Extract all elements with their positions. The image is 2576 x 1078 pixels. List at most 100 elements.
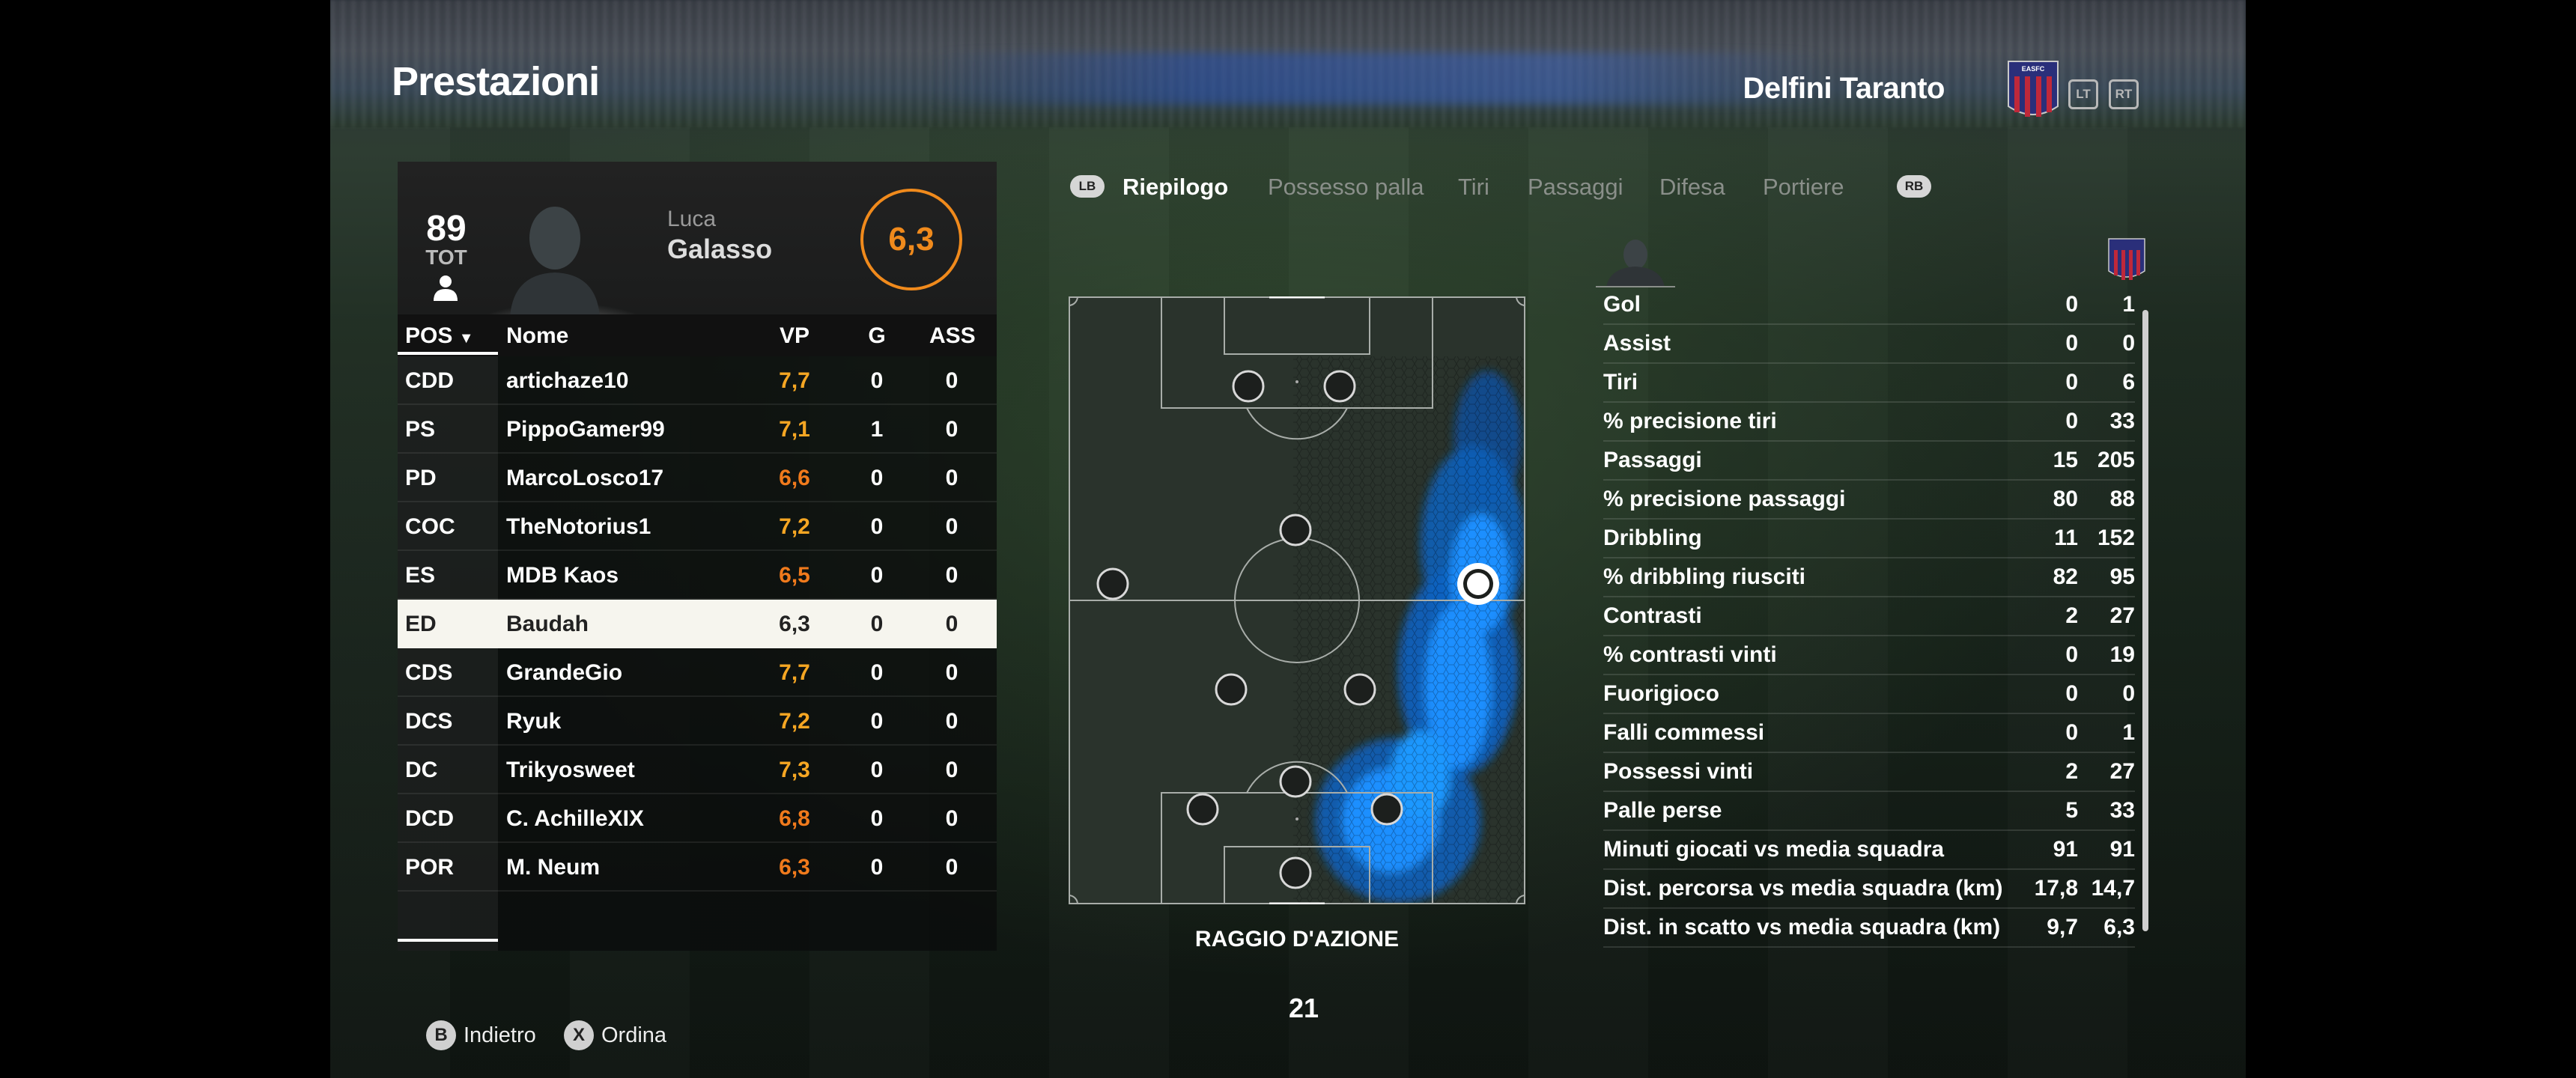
game-screen: Prestazioni Delfini Taranto EASFC LT RT … — [330, 0, 2246, 1078]
stat-player-value: 0 — [2065, 370, 2078, 395]
stat-team-value: 6,3 — [2103, 915, 2135, 940]
player-assists: 0 — [945, 417, 959, 442]
stat-team-value: 152 — [2097, 526, 2135, 550]
back-button[interactable]: B Indietro — [426, 1020, 536, 1050]
table-row[interactable]: DCS Ryuk 7,2 0 0 — [398, 697, 997, 746]
stat-row: Dist. in scatto vs media squadra (km) 9,7… — [1603, 909, 2135, 948]
player-goals: 0 — [870, 709, 884, 734]
name-header[interactable]: Nome — [506, 323, 568, 349]
stat-row: Palle perse 5 33 — [1603, 792, 2135, 831]
player-overall-label: TOT — [425, 246, 467, 269]
player-goals: 0 — [870, 612, 884, 636]
table-row[interactable]: POR M. Neum 6,3 0 0 — [398, 843, 997, 892]
stat-player-value: 5 — [2065, 798, 2078, 823]
player-vp: 7,2 — [779, 709, 810, 734]
player-goals: 0 — [870, 563, 884, 588]
stat-player-value: 0 — [2065, 642, 2078, 667]
table-row[interactable]: PD MarcoLosco17 6,6 0 0 — [398, 454, 997, 502]
player-header-card: 89 TOT Luca Galasso 6,3 — [398, 162, 997, 314]
sort-button[interactable]: X Ordina — [564, 1020, 666, 1050]
team-players-panel: 89 TOT Luca Galasso 6,3 POS ▼ Nome VP G … — [398, 162, 997, 951]
g-header[interactable]: G — [862, 323, 892, 349]
stat-label: Fuorigioco — [1603, 681, 1719, 706]
table-row[interactable]: ES MDB Kaos 6,5 0 0 — [398, 551, 997, 600]
stat-row: % precisione passaggi 80 88 — [1603, 481, 2135, 520]
sort-pos-header[interactable]: POS ▼ — [405, 323, 474, 349]
player-position: COC — [405, 514, 455, 539]
stat-label: Falli commessi — [1603, 720, 1765, 745]
player-vp: 6,5 — [779, 563, 810, 588]
player-vp: 6,3 — [779, 855, 810, 880]
stat-label: % precisione passaggi — [1603, 487, 1846, 511]
match-rating: 6,3 — [860, 189, 962, 290]
player-assists: 0 — [945, 806, 959, 831]
stat-row: Passaggi 15 205 — [1603, 442, 2135, 481]
table-row[interactable]: DC Trikyosweet 7,3 0 0 — [398, 746, 997, 794]
stat-row: Falli commessi 0 1 — [1603, 714, 2135, 753]
svg-text:EASFC: EASFC — [2022, 65, 2045, 73]
stat-label: Tiri — [1603, 370, 1638, 395]
player-name: GrandeGio — [506, 660, 623, 685]
player-assists: 0 — [945, 612, 959, 636]
rt-button[interactable]: RT — [2109, 79, 2139, 109]
player-position: CDS — [405, 660, 453, 685]
team-crest-icon: EASFC — [2008, 61, 2059, 117]
stat-player-value: 91 — [2053, 837, 2078, 862]
table-row[interactable]: DCD C. AchilleXIX 6,8 0 0 — [398, 794, 997, 843]
player-position: PD — [405, 466, 437, 490]
player-position: ES — [405, 563, 436, 588]
stat-label: Contrasti — [1603, 603, 1702, 628]
vp-header[interactable]: VP — [772, 323, 817, 349]
lt-button[interactable]: LT — [2068, 79, 2098, 109]
heatmap-title: RAGGIO D'AZIONE — [1194, 927, 1400, 951]
ass-header[interactable]: ASS — [929, 323, 976, 349]
lb-button[interactable]: LB — [1070, 175, 1105, 198]
player-last-name: Galasso — [667, 234, 773, 264]
players-table-header: POS ▼ Nome VP G ASS — [398, 314, 997, 356]
stat-team-value: 33 — [2109, 409, 2135, 433]
sort-indicator — [398, 352, 498, 355]
player-vp: 7,1 — [779, 417, 810, 442]
b-button-icon: B — [426, 1020, 456, 1050]
table-row[interactable]: COC TheNotorius1 7,2 0 0 — [398, 502, 997, 551]
player-assists: 0 — [945, 855, 959, 880]
table-row[interactable]: PS PippoGamer99 7,1 1 0 — [398, 405, 997, 454]
table-row[interactable]: CDD artichaze10 7,7 0 0 — [398, 356, 997, 405]
stadium-banner — [929, 52, 1828, 105]
tab-tiri[interactable]: Tiri — [1458, 174, 1489, 201]
stat-team-value: 205 — [2097, 448, 2135, 472]
stats-scrollbar[interactable] — [2142, 310, 2148, 931]
stat-team-value: 19 — [2109, 642, 2135, 667]
player-assists: 0 — [945, 563, 959, 588]
player-name: Ryuk — [506, 709, 562, 734]
tab-difesa[interactable]: Difesa — [1659, 174, 1725, 201]
player-name: MDB Kaos — [506, 563, 619, 588]
player-name: TheNotorius1 — [506, 514, 651, 539]
tab-portiere[interactable]: Portiere — [1763, 174, 1844, 201]
player-vp: 7,7 — [779, 368, 810, 393]
team-name: Delfini Taranto — [1743, 72, 1945, 105]
rb-button[interactable]: RB — [1897, 175, 1931, 198]
player-goals: 0 — [870, 368, 884, 393]
player-vp: 7,2 — [779, 514, 810, 539]
player-assists: 0 — [945, 709, 959, 734]
stat-player-value: 0 — [2065, 292, 2078, 317]
stat-row: Possessi vinti 2 27 — [1603, 753, 2135, 792]
player-goals: 0 — [870, 660, 884, 685]
back-label: Indietro — [464, 1023, 536, 1047]
player-name: Baudah — [506, 612, 589, 636]
player-name: M. Neum — [506, 855, 601, 880]
player-name: PippoGamer99 — [506, 417, 665, 442]
player-goals: 0 — [870, 855, 884, 880]
table-row[interactable]: CDS GrandeGio 7,7 0 0 — [398, 648, 997, 697]
tab-possesso-palla[interactable]: Possesso palla — [1268, 174, 1424, 201]
stat-player-value: 0 — [2065, 720, 2078, 745]
page-title: Prestazioni — [392, 59, 600, 104]
stat-team-value: 14,7 — [2091, 876, 2135, 901]
stat-team-value: 27 — [2109, 759, 2135, 784]
player-position: CDD — [405, 368, 454, 393]
letterbox-left — [0, 0, 330, 1078]
table-row[interactable]: ED Baudah 6,3 0 0 — [398, 600, 997, 648]
tab-passaggi[interactable]: Passaggi — [1528, 174, 1623, 201]
tab-riepilogo[interactable]: Riepilogo — [1123, 174, 1228, 201]
